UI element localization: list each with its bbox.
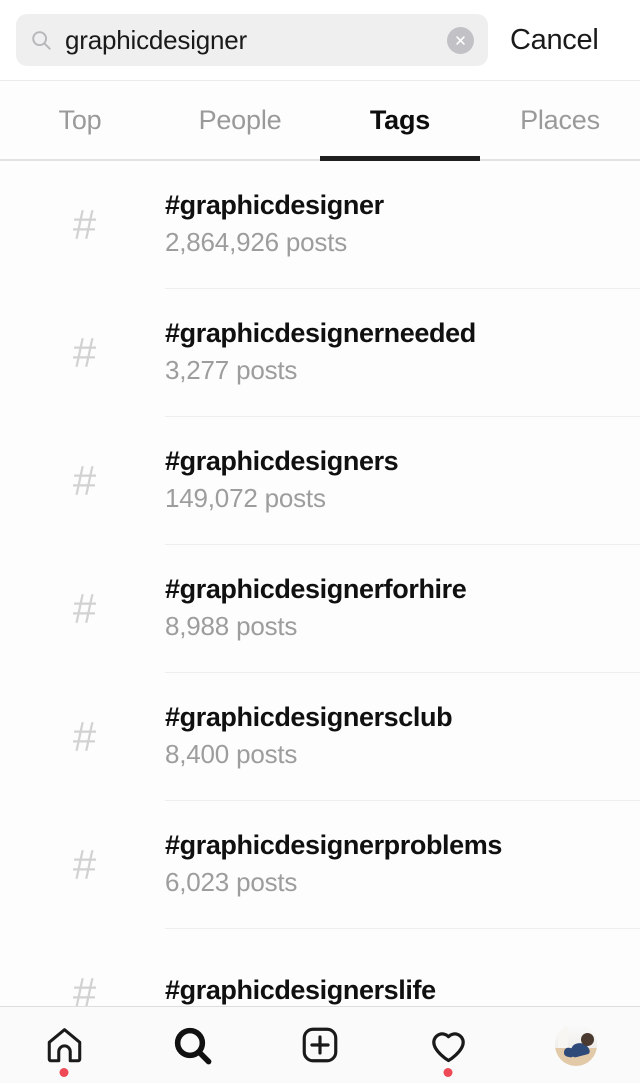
tab-places[interactable]: Places: [480, 81, 640, 159]
tag-post-count: 8,400 posts: [165, 739, 298, 770]
tag-name: #graphicdesignerproblems: [165, 830, 502, 861]
tag-post-count: 149,072 posts: [165, 483, 326, 514]
nav-create-button[interactable]: [256, 1007, 384, 1083]
hash-icon: #: [72, 841, 97, 888]
tab-top[interactable]: Top: [0, 81, 160, 159]
hash-icon: #: [72, 969, 97, 1008]
row-text-block: #graphicdesignerslife: [165, 975, 640, 1007]
nav-home-button[interactable]: [0, 1007, 128, 1083]
search-icon: [171, 1024, 214, 1067]
tag-post-count: 8,988 posts: [165, 611, 298, 642]
home-icon: [43, 1024, 86, 1067]
table-row[interactable]: # #graphicdesignerslife: [0, 929, 640, 1008]
clear-search-icon[interactable]: [447, 26, 474, 54]
row-text-block: #graphicdesignerproblems 6,023 posts: [165, 830, 640, 900]
home-badge-dot: [59, 1068, 69, 1077]
hash-icon: #: [72, 585, 97, 632]
table-row[interactable]: # #graphicdesignerproblems 6,023 posts: [0, 801, 640, 929]
nav-profile-button[interactable]: [512, 1007, 640, 1083]
table-row[interactable]: # #graphicdesigner 2,864,926 posts: [0, 161, 640, 289]
table-row[interactable]: # #graphicdesigners 149,072 posts: [0, 417, 640, 545]
activity-badge-dot: [443, 1068, 453, 1077]
tab-tags[interactable]: Tags: [320, 81, 480, 161]
tab-places-label: Places: [520, 104, 600, 135]
tag-name: #graphicdesignerslife: [165, 975, 436, 1006]
tag-results-list[interactable]: # #graphicdesigner 2,864,926 posts # #gr…: [0, 161, 640, 1007]
search-tabs: Top People Tags Places: [0, 80, 640, 161]
table-row[interactable]: # #graphicdesignerneeded 3,277 posts: [0, 289, 640, 417]
tab-people-label: People: [198, 104, 282, 135]
hash-icon: #: [72, 329, 97, 376]
tag-name: #graphicdesignerforhire: [165, 574, 467, 605]
row-text-block: #graphicdesignerforhire 8,988 posts: [165, 574, 640, 644]
tab-tags-label: Tags: [369, 104, 431, 135]
tab-people[interactable]: People: [160, 81, 320, 159]
tag-post-count: 3,277 posts: [165, 355, 298, 386]
row-text-block: #graphicdesignersclub 8,400 posts: [165, 702, 640, 772]
tab-top-label: Top: [58, 104, 102, 135]
row-text-block: #graphicdesigners 149,072 posts: [165, 446, 640, 516]
search-icon: [30, 29, 52, 51]
plus-square-icon: [299, 1024, 341, 1066]
avatar: [555, 1024, 597, 1066]
search-header: graphicdesigner Cancel: [0, 0, 640, 80]
row-text-block: #graphicdesigner 2,864,926 posts: [165, 190, 640, 260]
table-row[interactable]: # #graphicdesignerforhire 8,988 posts: [0, 545, 640, 673]
row-text-block: #graphicdesignerneeded 3,277 posts: [165, 318, 640, 388]
heart-icon: [427, 1024, 470, 1067]
tag-name: #graphicdesignersclub: [165, 702, 453, 733]
hash-icon: #: [72, 201, 97, 248]
tag-name: #graphicdesignerneeded: [165, 318, 476, 349]
nav-search-button[interactable]: [128, 1007, 256, 1083]
tag-post-count: 6,023 posts: [165, 867, 298, 898]
bottom-navigation: [0, 1006, 640, 1083]
hash-icon: #: [72, 713, 97, 760]
tag-name: #graphicdesigners: [165, 446, 399, 477]
search-input-value: graphicdesigner: [65, 24, 248, 55]
tag-name: #graphicdesigner: [165, 190, 384, 221]
nav-activity-button[interactable]: [384, 1007, 512, 1083]
search-input[interactable]: graphicdesigner: [16, 14, 488, 66]
hash-icon: #: [72, 457, 97, 504]
table-row[interactable]: # #graphicdesignersclub 8,400 posts: [0, 673, 640, 801]
tag-post-count: 2,864,926 posts: [165, 227, 348, 258]
cancel-button[interactable]: Cancel: [510, 24, 599, 57]
